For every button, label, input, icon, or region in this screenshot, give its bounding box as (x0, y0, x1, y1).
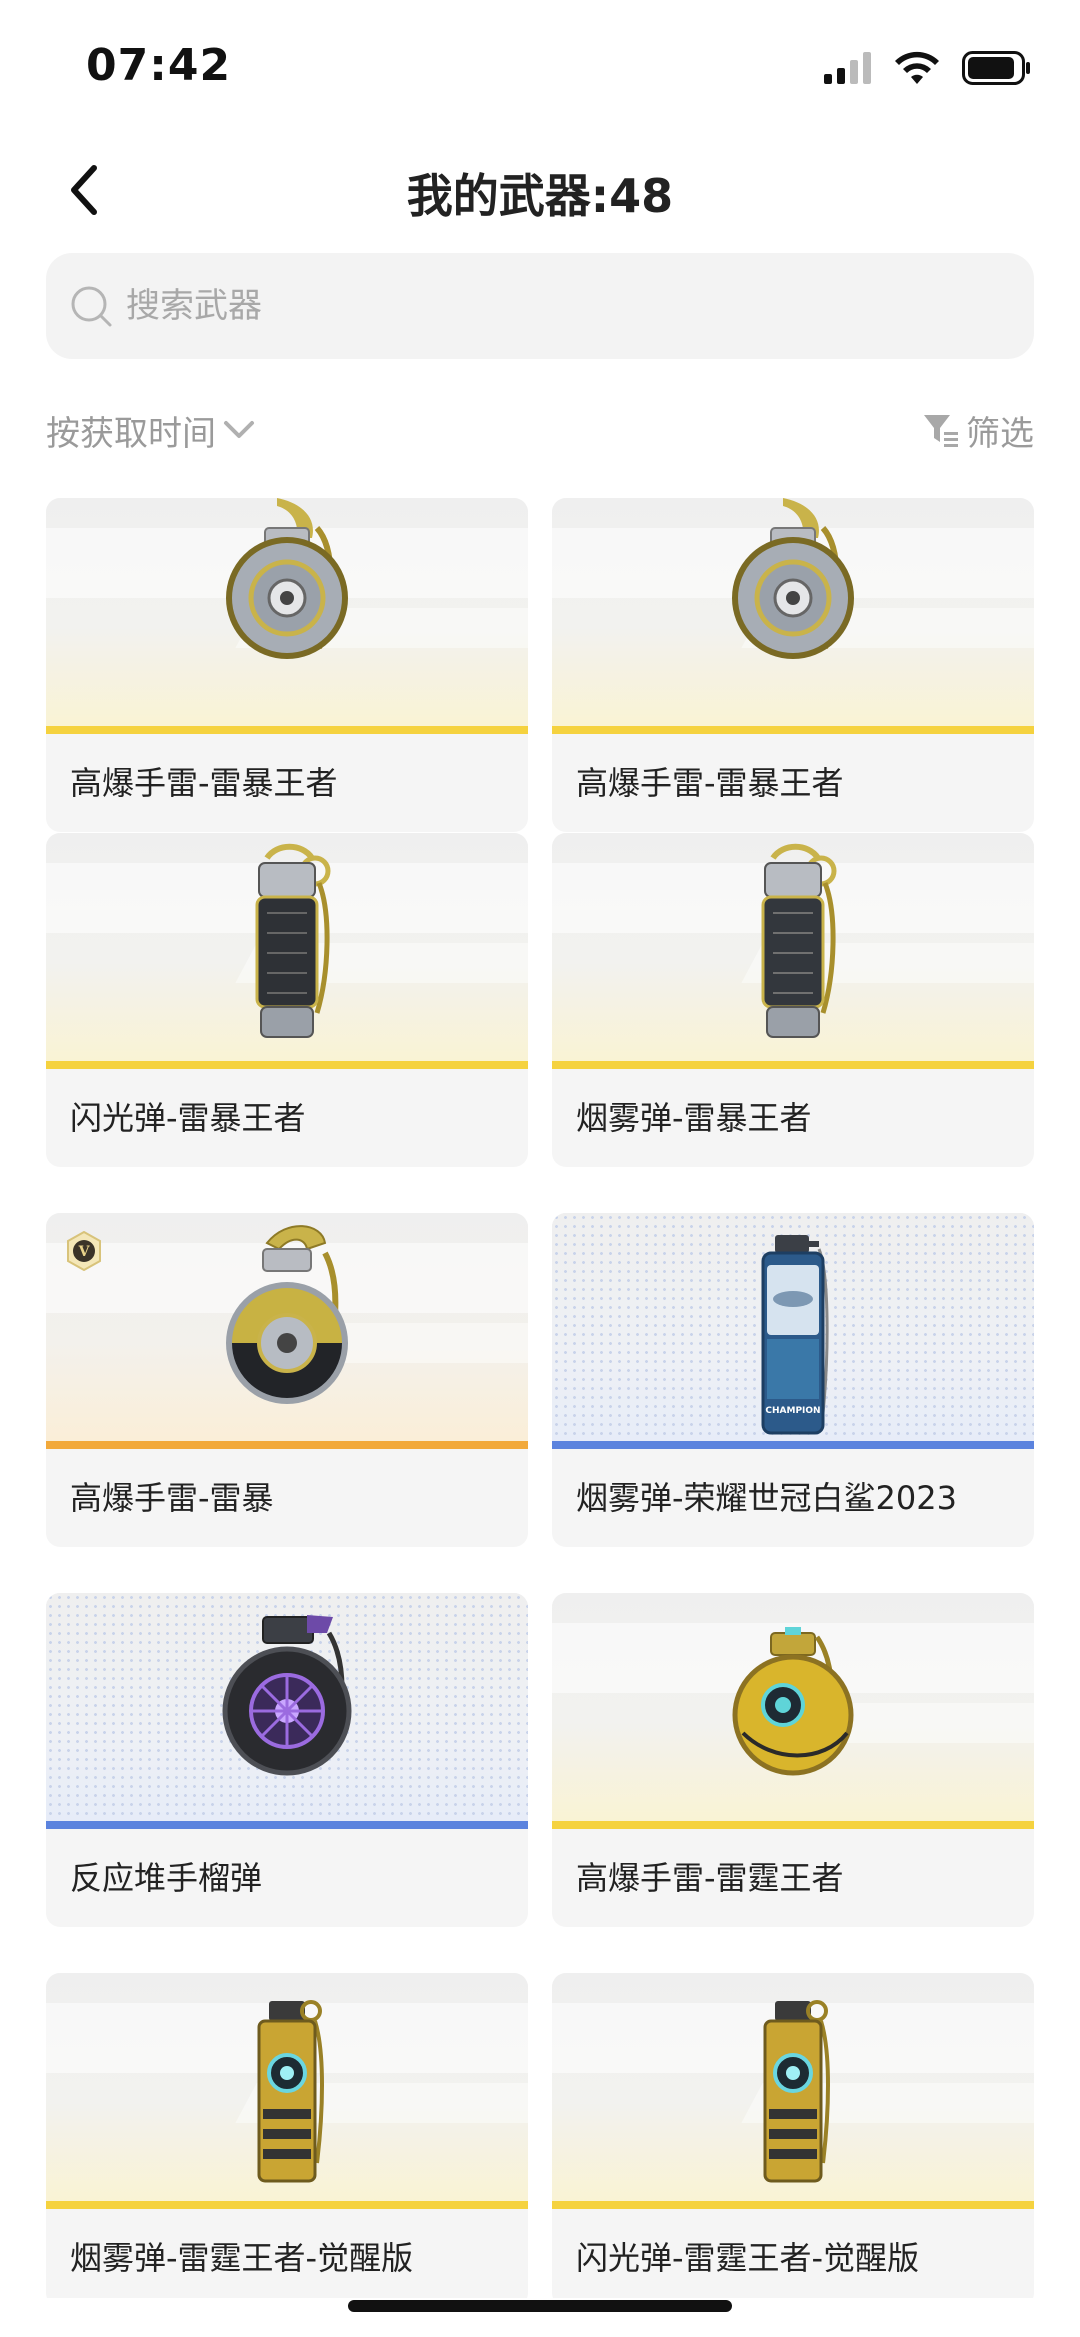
weapon-name: 闪光弹-雷暴王者 (70, 1099, 306, 1137)
weapon-card[interactable]: 高爆手雷-雷暴王者 (552, 498, 1034, 832)
weapon-card[interactable]: 高爆手雷-雷暴王者 (46, 498, 528, 832)
smoke-grenade-thunder-king-awakened-icon (257, 2000, 324, 2183)
weapon-image (552, 1973, 1034, 2209)
weapon-name: 高爆手雷-雷暴 (70, 1479, 274, 1517)
weapon-image (552, 833, 1034, 1069)
rarity-bar (552, 1441, 1034, 1449)
frag-grenade-storm-icon (226, 1225, 348, 1404)
weapon-card[interactable]: 烟雾弹-雷暴王者 (552, 833, 1034, 1167)
weapon-card[interactable]: CHAMPION 烟雾弹-荣耀世冠白鲨2023 (552, 1213, 1034, 1547)
chevron-down-icon (224, 421, 254, 438)
weapon-name: 烟雾弹-荣耀世冠白鲨2023 (576, 1479, 957, 1517)
wifi-icon (895, 51, 939, 84)
rarity-bar (552, 1821, 1034, 1829)
weapon-image (46, 1973, 528, 2209)
weapon-name: 高爆手雷-雷暴王者 (70, 764, 338, 802)
weapon-image (46, 1593, 528, 1829)
weapon-name: 反应堆手榴弹 (70, 1859, 263, 1897)
can-label: CHAMPION (765, 1406, 820, 1416)
rarity-bar (552, 726, 1034, 734)
weapon-name: 高爆手雷-雷霆王者 (576, 1859, 844, 1897)
weapon-image (46, 833, 528, 1069)
nav-bar: 我的武器:48 (0, 140, 1080, 240)
search-box[interactable] (46, 253, 1034, 359)
weapon-card[interactable]: 烟雾弹-雷霆王者-觉醒版 (46, 1973, 528, 2298)
weapon-image (552, 1593, 1034, 1829)
smoke-grenade-white-shark-icon: CHAMPION (761, 1235, 829, 1435)
weapon-card[interactable]: 闪光弹-雷霆王者-觉醒版 (552, 1973, 1034, 2298)
weapon-name: 烟雾弹-雷霆王者-觉醒版 (70, 2239, 414, 2277)
weapon-image: V (46, 1213, 528, 1449)
flashbang-thunder-king-awakened-icon (763, 2000, 830, 2183)
rarity-bar (46, 1061, 528, 1069)
rarity-bar (46, 1441, 528, 1449)
status-time: 07:42 (86, 40, 232, 91)
sort-dropdown[interactable]: 按获取时间 (46, 405, 258, 455)
weapon-name: 闪光弹-雷霆王者-觉醒版 (576, 2239, 920, 2277)
rarity-bar (46, 726, 528, 734)
weapon-card[interactable]: 闪光弹-雷暴王者 (46, 833, 528, 1167)
rarity-bar (552, 2201, 1034, 2209)
frag-grenade-thunder-king-icon (732, 1627, 854, 1776)
weapon-image (46, 498, 528, 734)
weapon-name: 烟雾弹-雷暴王者 (576, 1099, 812, 1137)
filter-label: 筛选 (966, 413, 1034, 454)
rarity-bar (552, 1061, 1034, 1069)
sort-label: 按获取时间 (46, 413, 216, 454)
reactor-grenade-icon (222, 1615, 352, 1776)
search-input[interactable] (118, 253, 1014, 359)
filter-icon (924, 415, 958, 447)
status-icons (824, 48, 1032, 88)
smoke-grenade-storm-king-icon (761, 843, 837, 1038)
weapon-name: 高爆手雷-雷暴王者 (576, 764, 844, 802)
battery-icon (962, 51, 1030, 85)
frag-grenade-storm-king-icon (226, 498, 348, 659)
weapon-card[interactable]: 反应堆手榴弹 (46, 1593, 528, 1927)
status-bar: 07:42 (0, 0, 1080, 130)
filter-button[interactable]: 筛选 (922, 405, 1034, 455)
weapon-grid: 高爆手雷-雷暴王者 高爆手雷-雷暴王者 闪光弹-雷暴王者 烟雾弹-雷暴王者 V … (0, 498, 1080, 2298)
rarity-bar (46, 2201, 528, 2209)
home-indicator (348, 2300, 732, 2312)
weapon-image: CHAMPION (552, 1213, 1034, 1449)
vip-badge-icon: V (67, 1231, 101, 1271)
page-title: 我的武器:48 (406, 169, 674, 223)
cellular-signal-icon (824, 52, 871, 84)
weapon-card[interactable]: 高爆手雷-雷霆王者 (552, 1593, 1034, 1927)
weapon-image (552, 498, 1034, 734)
frag-grenade-storm-king-icon (732, 498, 854, 659)
rarity-bar (46, 1821, 528, 1829)
vip-badge-letter: V (78, 1244, 91, 1260)
weapon-card[interactable]: V 高爆手雷-雷暴 (46, 1213, 528, 1547)
search-icon (71, 286, 112, 327)
flashbang-storm-king-icon (255, 843, 331, 1038)
